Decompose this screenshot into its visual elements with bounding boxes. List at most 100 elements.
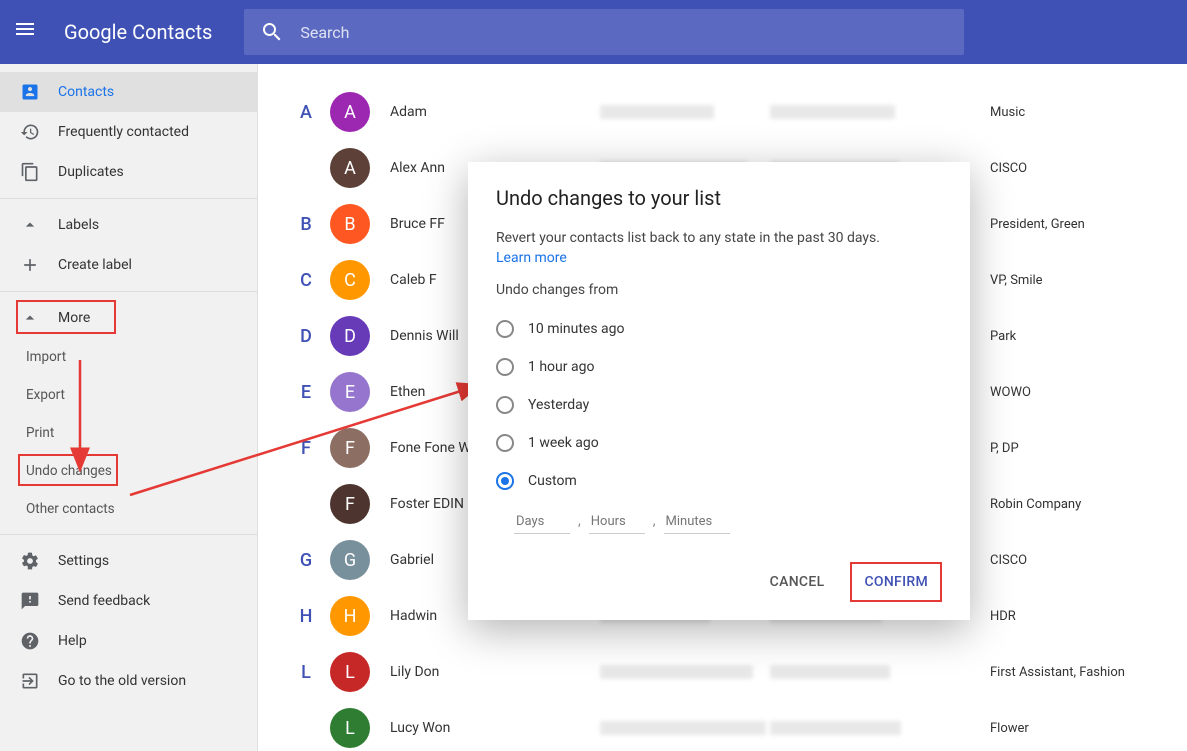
sidebar-item-undo-changes[interactable]: Undo changes bbox=[0, 452, 257, 490]
letter-header: D bbox=[282, 326, 330, 347]
radio-10min[interactable]: 10 minutes ago bbox=[496, 310, 942, 348]
radio-yesterday[interactable]: Yesterday bbox=[496, 386, 942, 424]
blurred-phone bbox=[770, 105, 895, 119]
letter-header: C bbox=[282, 270, 330, 291]
letter-header: G bbox=[282, 550, 330, 571]
letter-header: E bbox=[282, 382, 330, 403]
sidebar-item-more[interactable]: More bbox=[0, 298, 257, 338]
contact-icon bbox=[20, 82, 40, 102]
sidebar-item-settings[interactable]: Settings bbox=[0, 541, 257, 581]
blurred-email bbox=[600, 105, 714, 119]
contact-row[interactable]: L L Lily Don First Assistant, Fashion bbox=[258, 644, 1187, 700]
avatar: D bbox=[330, 316, 370, 356]
radio-1week[interactable]: 1 week ago bbox=[496, 424, 942, 462]
sidebar-label: Send feedback bbox=[58, 593, 150, 609]
avatar: H bbox=[330, 596, 370, 636]
contact-tag: President, Green bbox=[940, 217, 1163, 232]
contact-tag: WOWO bbox=[940, 385, 1163, 400]
avatar: L bbox=[330, 652, 370, 692]
sidebar-item-create-label[interactable]: Create label bbox=[0, 245, 257, 285]
divider bbox=[0, 198, 257, 199]
sidebar-label: Export bbox=[26, 387, 65, 403]
blurred-phone bbox=[770, 721, 901, 735]
blurred-phone bbox=[770, 665, 890, 679]
divider bbox=[0, 534, 257, 535]
sidebar-label: Other contacts bbox=[26, 501, 115, 517]
contact-tag: HDR bbox=[940, 609, 1163, 624]
contact-tag: VP, Smile bbox=[940, 273, 1163, 288]
sidebar-item-help[interactable]: Help bbox=[0, 621, 257, 661]
radio-label: Yesterday bbox=[528, 397, 589, 413]
sidebar-item-import[interactable]: Import bbox=[0, 338, 257, 376]
contact-tag: CISCO bbox=[940, 161, 1163, 176]
avatar: C bbox=[330, 260, 370, 300]
sidebar-label: Print bbox=[26, 425, 54, 441]
letter-header: F bbox=[282, 438, 330, 459]
radio-label: 1 week ago bbox=[528, 435, 599, 451]
contact-row[interactable]: A A Adam Music bbox=[258, 84, 1187, 140]
contact-row[interactable]: L Lucy Won Flower bbox=[258, 700, 1187, 751]
blurred-email bbox=[600, 721, 766, 735]
avatar: E bbox=[330, 372, 370, 412]
avatar: A bbox=[330, 92, 370, 132]
sidebar-label: Import bbox=[26, 349, 66, 365]
custom-days-input[interactable] bbox=[514, 510, 570, 534]
radio-label: 10 minutes ago bbox=[528, 321, 625, 337]
radio-icon bbox=[496, 434, 514, 452]
sidebar-label: Contacts bbox=[58, 84, 114, 100]
avatar: L bbox=[330, 708, 370, 748]
sidebar-item-duplicates[interactable]: Duplicates bbox=[0, 152, 257, 192]
help-icon bbox=[20, 631, 40, 651]
avatar: F bbox=[330, 484, 370, 524]
sidebar-item-print[interactable]: Print bbox=[0, 414, 257, 452]
radio-1hour[interactable]: 1 hour ago bbox=[496, 348, 942, 386]
menu-icon[interactable] bbox=[16, 20, 40, 44]
sidebar-label: Duplicates bbox=[58, 164, 124, 180]
contact-name: Lucy Won bbox=[390, 720, 600, 736]
sidebar-item-old-version[interactable]: Go to the old version bbox=[0, 661, 257, 701]
cancel-button[interactable]: CANCEL bbox=[760, 562, 835, 602]
sidebar-item-frequent[interactable]: Frequently contacted bbox=[0, 112, 257, 152]
divider bbox=[0, 291, 257, 292]
search-box[interactable] bbox=[244, 9, 964, 55]
sidebar-label: More bbox=[58, 310, 90, 326]
chevron-up-icon bbox=[20, 215, 40, 235]
custom-minutes-input[interactable] bbox=[664, 510, 730, 534]
chevron-up-icon bbox=[20, 308, 40, 328]
letter-header: L bbox=[282, 662, 330, 683]
dialog-description: Revert your contacts list back to any st… bbox=[496, 230, 942, 246]
sidebar-label: Create label bbox=[58, 257, 132, 273]
sidebar-label: Go to the old version bbox=[58, 673, 186, 689]
contact-tag: CISCO bbox=[940, 553, 1163, 568]
feedback-icon bbox=[20, 591, 40, 611]
custom-hours-input[interactable] bbox=[589, 510, 645, 534]
radio-icon bbox=[496, 320, 514, 338]
sidebar-label: Settings bbox=[58, 553, 109, 569]
history-icon bbox=[20, 122, 40, 142]
sidebar-item-send-feedback[interactable]: Send feedback bbox=[0, 581, 257, 621]
contact-tag: First Assistant, Fashion bbox=[940, 665, 1163, 680]
confirm-button[interactable]: CONFIRM bbox=[854, 566, 938, 598]
duplicates-icon bbox=[20, 162, 40, 182]
sidebar-item-export[interactable]: Export bbox=[0, 376, 257, 414]
app-title: Google Contacts bbox=[64, 20, 212, 44]
sidebar-item-other-contacts[interactable]: Other contacts bbox=[0, 490, 257, 528]
letter-header: A bbox=[282, 102, 330, 123]
sidebar-label: Frequently contacted bbox=[58, 124, 189, 140]
contact-name: Lily Don bbox=[390, 664, 600, 680]
undo-changes-dialog: Undo changes to your list Revert your co… bbox=[468, 162, 970, 620]
learn-more-link[interactable]: Learn more bbox=[496, 250, 942, 266]
avatar: A bbox=[330, 148, 370, 188]
sidebar: Contacts Frequently contacted Duplicates… bbox=[0, 64, 258, 751]
sidebar-label: Labels bbox=[58, 217, 99, 233]
sidebar-item-labels[interactable]: Labels bbox=[0, 205, 257, 245]
contact-name: Adam bbox=[390, 104, 600, 120]
radio-custom[interactable]: Custom bbox=[496, 462, 942, 500]
search-input[interactable] bbox=[300, 23, 948, 42]
sidebar-item-contacts[interactable]: Contacts bbox=[0, 72, 257, 112]
letter-header: H bbox=[282, 606, 330, 627]
radio-icon bbox=[496, 358, 514, 376]
contact-tag: P, DP bbox=[940, 441, 1163, 456]
search-icon bbox=[260, 20, 284, 44]
contact-tag: Park bbox=[940, 329, 1163, 344]
